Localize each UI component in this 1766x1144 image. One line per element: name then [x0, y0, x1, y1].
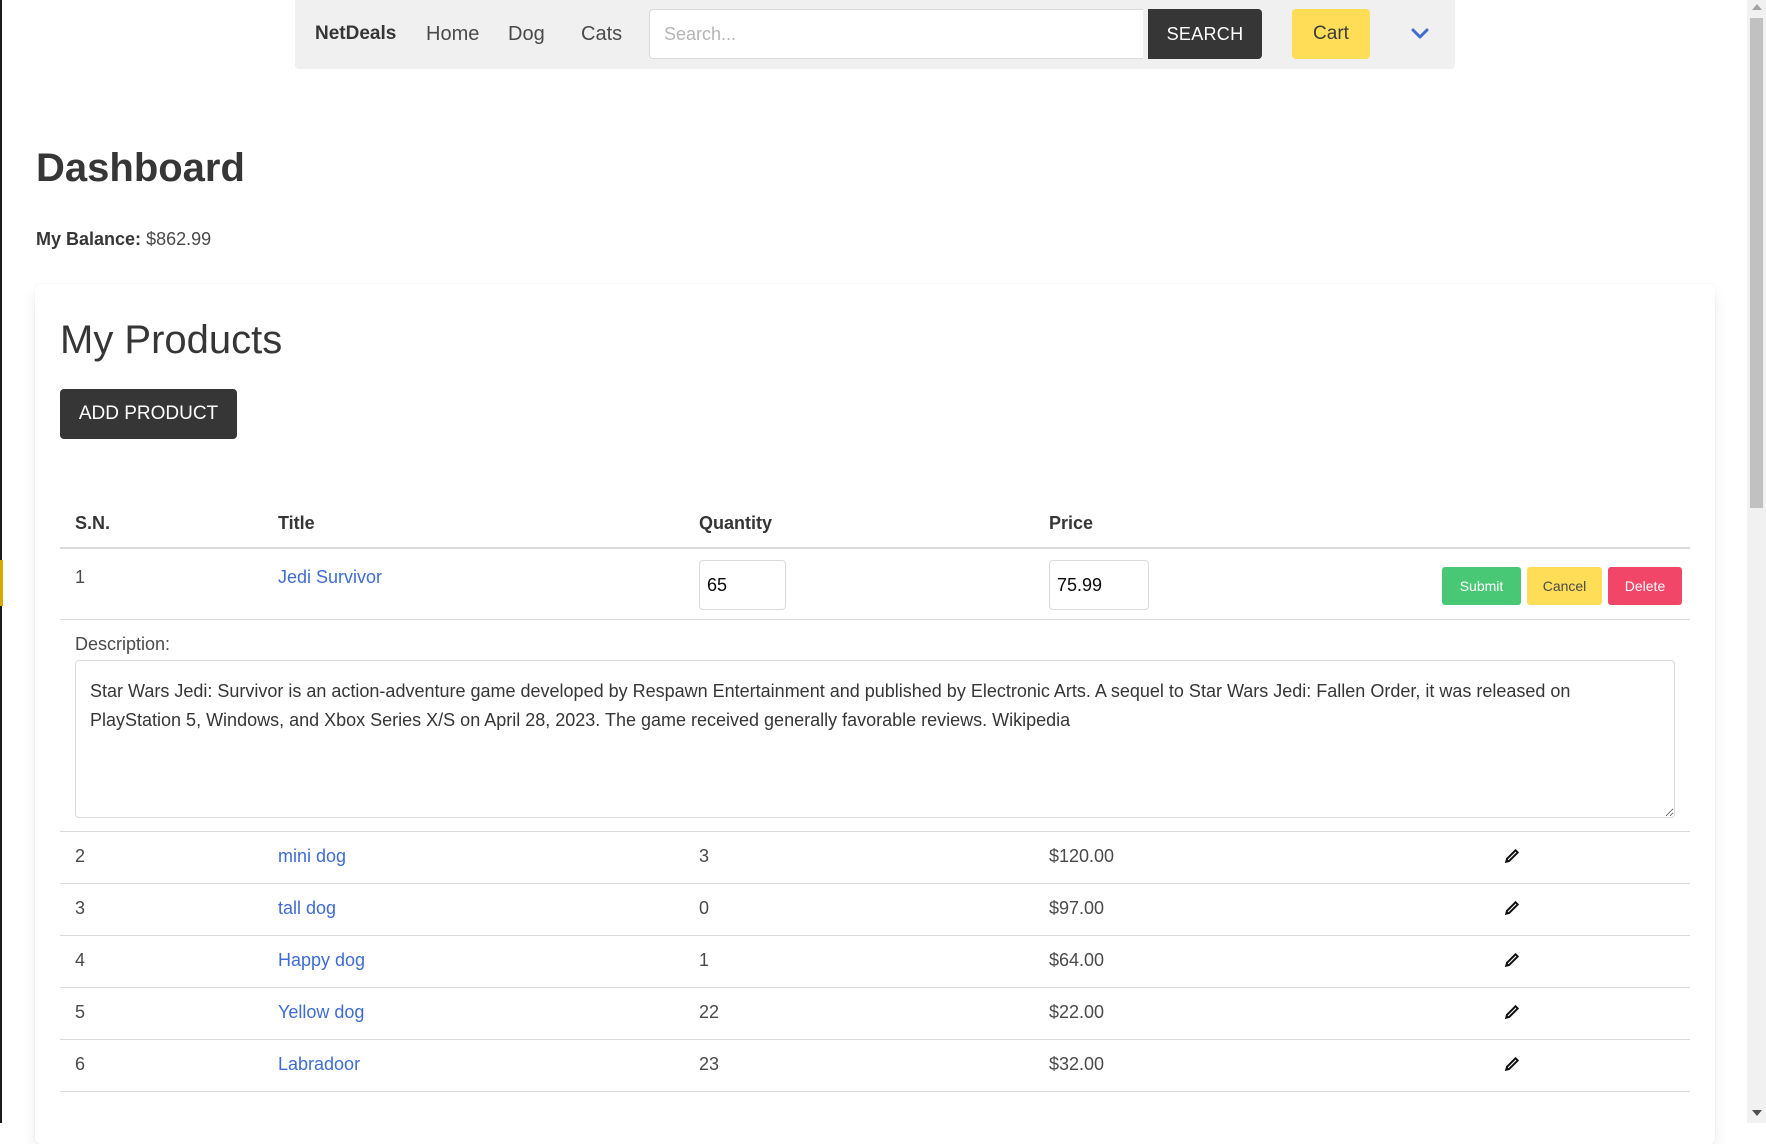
- column-header-sn: S.N.: [75, 513, 111, 533]
- product-rows: 2 mini dog 3 $120.00 3 tall dog 0 $97.00 4 Happy …: [60, 832, 1690, 1092]
- pencil-icon[interactable]: [1502, 1054, 1522, 1074]
- search-input[interactable]: [649, 9, 1143, 59]
- column-header-quantity: Quantity: [699, 513, 773, 533]
- row-sn: 4: [75, 950, 86, 970]
- page-title: Dashboard: [36, 146, 245, 190]
- pencil-icon[interactable]: [1502, 846, 1522, 866]
- pencil-icon[interactable]: [1502, 898, 1522, 918]
- table-header: S.N. Title Quantity Price: [60, 499, 1690, 549]
- balance: My Balance: $862.99: [36, 229, 211, 250]
- row-price: $120.00: [1049, 846, 1115, 866]
- search-button[interactable]: SEARCH: [1148, 9, 1262, 59]
- row-price: $97.00: [1049, 898, 1105, 918]
- submit-button[interactable]: Submit: [1442, 567, 1521, 605]
- cart-button[interactable]: Cart: [1292, 9, 1370, 59]
- add-product-button[interactable]: ADD PRODUCT: [60, 389, 237, 439]
- quantity-input[interactable]: [699, 560, 786, 610]
- description-row: Description: Star Wars Jedi: Survivor is…: [60, 620, 1690, 832]
- row-title-link[interactable]: Happy dog: [278, 950, 365, 971]
- row-sn: 5: [75, 1002, 86, 1022]
- scrollbar[interactable]: [1747, 0, 1766, 1123]
- row-price: $32.00: [1049, 1054, 1105, 1074]
- description-label: Description:: [75, 634, 171, 654]
- scrollbar-thumb[interactable]: [1750, 18, 1763, 508]
- row-sn: 1: [75, 567, 86, 587]
- pencil-icon[interactable]: [1502, 950, 1522, 970]
- table-row: 4 Happy dog 1 $64.00: [60, 936, 1690, 988]
- products-table: S.N. Title Quantity Price 1 Jedi Survivo…: [60, 499, 1690, 1092]
- row-sn: 6: [75, 1054, 86, 1074]
- row-sn: 3: [75, 898, 86, 918]
- price-input[interactable]: [1049, 560, 1149, 610]
- row-title-link[interactable]: Labradoor: [278, 1054, 360, 1075]
- balance-value: $862.99: [146, 229, 212, 249]
- column-header-title: Title: [278, 513, 315, 533]
- row-quantity: 3: [699, 846, 710, 866]
- brand-link[interactable]: NetDeals: [315, 23, 396, 45]
- chevron-down-icon[interactable]: [1409, 24, 1431, 44]
- window-edge-marker: [0, 560, 3, 606]
- navbar: NetDeals Home Dog Cats SEARCH Cart: [295, 0, 1455, 69]
- row-sn: 2: [75, 846, 86, 866]
- row-price: $22.00: [1049, 1002, 1105, 1022]
- products-card: My Products ADD PRODUCT S.N. Title Quant…: [35, 284, 1715, 1144]
- pencil-icon[interactable]: [1502, 1002, 1522, 1022]
- section-title: My Products: [60, 318, 283, 362]
- nav-link-cats[interactable]: Cats: [581, 23, 622, 46]
- table-row: 6 Labradoor 23 $32.00: [60, 1040, 1690, 1092]
- table-row: 5 Yellow dog 22 $22.00: [60, 988, 1690, 1040]
- description-textarea[interactable]: Star Wars Jedi: Survivor is an action-ad…: [75, 660, 1675, 818]
- nav-link-home[interactable]: Home: [426, 23, 479, 46]
- row-price: $64.00: [1049, 950, 1105, 970]
- row-quantity: 1: [699, 950, 710, 970]
- nav-link-dog[interactable]: Dog: [508, 23, 545, 46]
- scroll-up-arrow-icon[interactable]: [1752, 4, 1762, 10]
- table-row: 2 mini dog 3 $120.00: [60, 832, 1690, 884]
- column-header-price: Price: [1049, 513, 1094, 533]
- row-quantity: 0: [699, 898, 710, 918]
- balance-label: My Balance:: [36, 229, 142, 249]
- row-title-link[interactable]: Jedi Survivor: [278, 567, 382, 588]
- cancel-button[interactable]: Cancel: [1527, 567, 1602, 605]
- row-quantity: 22: [699, 1002, 720, 1022]
- table-row-editing: 1 Jedi Survivor Submit Cancel Delete: [60, 549, 1690, 620]
- scroll-down-arrow-icon[interactable]: [1752, 1110, 1762, 1116]
- table-row: 3 tall dog 0 $97.00: [60, 884, 1690, 936]
- row-title-link[interactable]: mini dog: [278, 846, 346, 867]
- delete-button[interactable]: Delete: [1608, 567, 1682, 605]
- row-quantity: 23: [699, 1054, 720, 1074]
- row-title-link[interactable]: Yellow dog: [278, 1002, 364, 1023]
- row-title-link[interactable]: tall dog: [278, 898, 336, 919]
